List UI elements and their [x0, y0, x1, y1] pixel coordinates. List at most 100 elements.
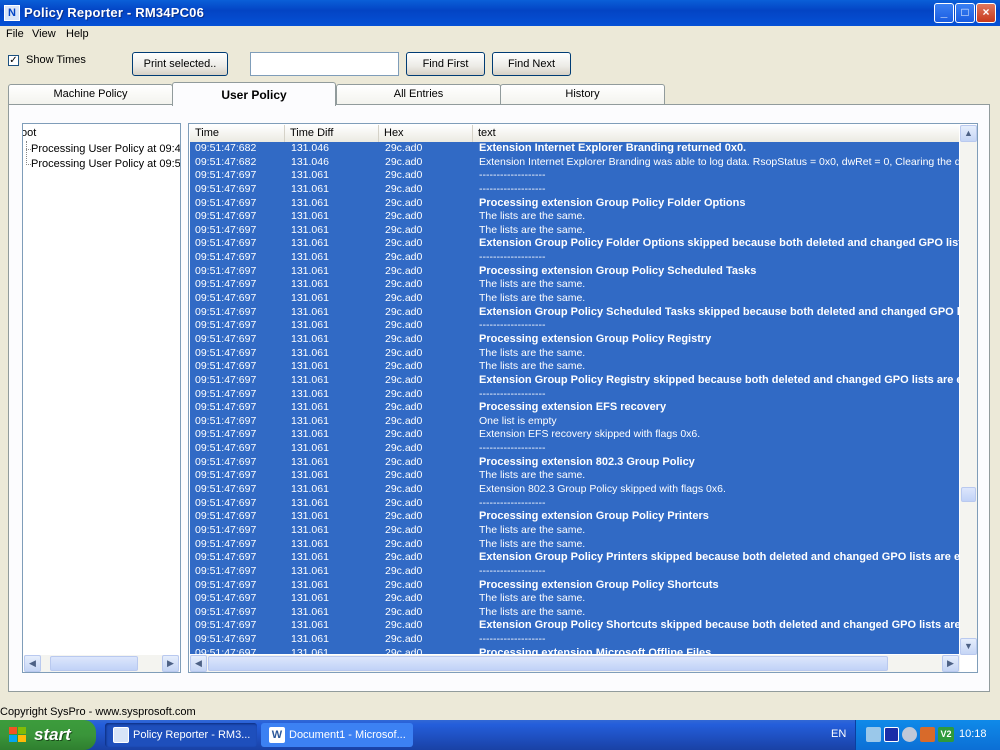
print-selected-button[interactable]: Print selected.. — [132, 52, 228, 76]
list-vertical-scrollbar[interactable]: ▲ ▼ — [960, 125, 977, 655]
speaker-icon[interactable] — [902, 727, 917, 742]
find-first-button[interactable]: Find First — [406, 52, 485, 76]
cell-hex: 29c.ad0 — [385, 428, 423, 441]
cell-hex: 29c.ad0 — [385, 251, 423, 264]
table-row[interactable]: 09:51:47:697 131.061 29c.ad0 Extension Grou… — [190, 305, 959, 320]
table-row[interactable]: 09:51:47:697 131.061 29c.ad0 The lists are … — [190, 210, 959, 224]
table-row[interactable]: 09:51:47:697 131.061 29c.ad0 The lists are … — [190, 592, 959, 606]
cell-time-diff: 131.061 — [291, 210, 329, 223]
cell-hex: 29c.ad0 — [385, 210, 423, 223]
list-header: Time Time Diff Hex text — [190, 125, 959, 143]
tab-history[interactable]: History — [500, 84, 665, 104]
table-row[interactable]: 09:51:47:697 131.061 29c.ad0 The lists are … — [190, 360, 959, 374]
table-row[interactable]: 09:51:47:697 131.061 29c.ad0 Extension EFS … — [190, 428, 959, 443]
policy-tree[interactable]: oot Processing User Policy at 09:49: Pro… — [22, 123, 181, 673]
table-row[interactable]: 09:51:47:697 131.061 29c.ad0 Processing ext… — [190, 401, 959, 415]
table-row[interactable]: 09:51:47:697 131.061 29c.ad0 --------------… — [190, 387, 959, 402]
column-time-diff[interactable]: Time Diff — [285, 125, 379, 142]
table-row[interactable]: 09:51:47:697 131.061 29c.ad0 Extension Grou… — [190, 237, 959, 252]
table-row[interactable]: 09:51:47:697 131.061 29c.ad0 --------------… — [190, 633, 959, 647]
table-row[interactable]: 09:51:47:682 131.046 29c.ad0 Extension Inte… — [190, 142, 959, 156]
table-row[interactable]: 09:51:47:697 131.061 29c.ad0 The lists are … — [190, 523, 959, 538]
table-row[interactable]: 09:51:47:697 131.061 29c.ad0 --------------… — [190, 319, 959, 333]
table-row[interactable]: 09:51:47:697 131.061 29c.ad0 Processing ext… — [190, 264, 959, 279]
cell-time: 09:51:47:697 — [195, 428, 257, 441]
media-player-icon[interactable] — [884, 727, 899, 742]
show-times-checkbox[interactable]: ✓ — [8, 55, 19, 66]
table-row[interactable]: 09:51:47:697 131.061 29c.ad0 --------------… — [190, 564, 959, 579]
scroll-thumb[interactable] — [961, 487, 976, 502]
find-next-button[interactable]: Find Next — [492, 52, 571, 76]
table-row[interactable]: 09:51:47:697 131.061 29c.ad0 --------------… — [190, 496, 959, 511]
scroll-thumb[interactable] — [208, 656, 888, 671]
cell-time-diff: 131.061 — [291, 346, 329, 359]
table-row[interactable]: 09:51:47:697 131.061 29c.ad0 Extension 802.… — [190, 483, 959, 497]
column-time[interactable]: Time — [190, 125, 285, 142]
start-button[interactable]: start — [0, 720, 96, 750]
security-icon[interactable] — [920, 727, 935, 742]
table-row[interactable]: 09:51:47:697 131.061 29c.ad0 Processing ext… — [190, 455, 959, 470]
scroll-right-icon[interactable]: ▶ — [162, 655, 179, 672]
column-hex[interactable]: Hex — [379, 125, 473, 142]
tree-horizontal-scrollbar[interactable]: ◀ ▶ — [24, 655, 179, 672]
language-indicator[interactable]: EN — [831, 728, 846, 740]
scroll-down-icon[interactable]: ▼ — [960, 638, 977, 655]
cell-time: 09:51:47:697 — [195, 332, 257, 345]
title-bar[interactable]: N Policy Reporter - RM34PC06 _ □ × — [0, 0, 1000, 26]
tree-item[interactable]: Processing User Policy at 09:53: — [31, 157, 180, 172]
cell-time: 09:51:47:697 — [195, 537, 257, 550]
cell-text: The lists are the same. — [479, 605, 586, 618]
scroll-left-icon[interactable]: ◀ — [190, 655, 207, 672]
find-input[interactable] — [250, 52, 399, 76]
table-row[interactable]: 09:51:47:697 131.061 29c.ad0 Extension Grou… — [190, 551, 959, 565]
minimize-button[interactable]: _ — [934, 3, 954, 23]
table-row[interactable]: 09:51:47:697 131.061 29c.ad0 The lists are … — [190, 469, 959, 484]
av-icon[interactable]: V2 — [938, 727, 954, 742]
table-row[interactable]: 09:51:47:697 131.061 29c.ad0 --------------… — [190, 251, 959, 265]
tab-all-entries[interactable]: All Entries — [336, 84, 501, 104]
tab-machine-policy[interactable]: Machine Policy — [8, 84, 173, 104]
tree-root[interactable]: oot — [23, 126, 36, 141]
table-row[interactable]: 09:51:47:697 131.061 29c.ad0 One list is em… — [190, 414, 959, 429]
table-row[interactable]: 09:51:47:697 131.061 29c.ad0 --------------… — [190, 182, 959, 197]
table-row[interactable]: 09:51:47:697 131.061 29c.ad0 --------------… — [190, 442, 959, 456]
cell-text: The lists are the same. — [479, 360, 586, 373]
taskbar-item-policy-reporter[interactable]: Policy Reporter - RM3... — [105, 723, 257, 747]
table-row[interactable]: 09:51:47:697 131.061 29c.ad0 Processing ext… — [190, 578, 959, 593]
cell-text: ------------------- — [479, 496, 546, 509]
menu-help[interactable]: Help — [66, 28, 89, 40]
menu-view[interactable]: View — [32, 28, 56, 40]
cell-hex: 29c.ad0 — [385, 455, 423, 468]
table-row[interactable]: 09:51:47:697 131.061 29c.ad0 The lists are … — [190, 605, 959, 620]
table-row[interactable]: 09:51:47:697 131.061 29c.ad0 The lists are … — [190, 346, 959, 361]
table-row[interactable]: 09:51:47:697 131.061 29c.ad0 The lists are … — [190, 292, 959, 306]
table-row[interactable]: 09:51:47:697 131.061 29c.ad0 Extension Grou… — [190, 373, 959, 388]
table-row[interactable]: 09:51:47:682 131.046 29c.ad0 Extension Inte… — [190, 155, 959, 170]
cell-text: Extension Group Policy Registry skipped … — [479, 373, 959, 386]
table-row[interactable]: 09:51:47:697 131.061 29c.ad0 Processing ext… — [190, 196, 959, 211]
scroll-up-icon[interactable]: ▲ — [960, 125, 977, 142]
table-row[interactable]: 09:51:47:697 131.061 29c.ad0 --------------… — [190, 169, 959, 183]
list-horizontal-scrollbar[interactable]: ◀ ▶ — [190, 655, 960, 672]
table-row[interactable]: 09:51:47:697 131.061 29c.ad0 The lists are … — [190, 278, 959, 293]
table-row[interactable]: 09:51:47:697 131.061 29c.ad0 Processing ext… — [190, 510, 959, 524]
taskbar-item-document1[interactable]: W Document1 - Microsof... — [261, 723, 413, 747]
menu-file[interactable]: File — [6, 28, 24, 40]
column-text[interactable]: text — [473, 125, 959, 142]
table-row[interactable]: 09:51:47:697 131.061 29c.ad0 Extension Grou… — [190, 619, 959, 634]
table-row[interactable]: 09:51:47:697 131.061 29c.ad0 Processing ext… — [190, 646, 959, 654]
maximize-button[interactable]: □ — [955, 3, 975, 23]
log-list[interactable]: Time Time Diff Hex text 09:51:47:682 131.… — [188, 123, 978, 673]
tab-user-policy[interactable]: User Policy — [172, 82, 336, 106]
scroll-right-icon[interactable]: ▶ — [942, 655, 959, 672]
cell-time: 09:51:47:697 — [195, 633, 257, 646]
table-row[interactable]: 09:51:47:697 131.061 29c.ad0 Processing ext… — [190, 332, 959, 347]
cell-hex: 29c.ad0 — [385, 182, 423, 195]
network-icon[interactable] — [866, 727, 881, 742]
scroll-thumb[interactable] — [50, 656, 138, 671]
tree-item[interactable]: Processing User Policy at 09:49: — [31, 142, 180, 157]
close-button[interactable]: × — [976, 3, 996, 23]
table-row[interactable]: 09:51:47:697 131.061 29c.ad0 The lists are … — [190, 223, 959, 238]
table-row[interactable]: 09:51:47:697 131.061 29c.ad0 The lists are … — [190, 537, 959, 552]
scroll-left-icon[interactable]: ◀ — [24, 655, 41, 672]
